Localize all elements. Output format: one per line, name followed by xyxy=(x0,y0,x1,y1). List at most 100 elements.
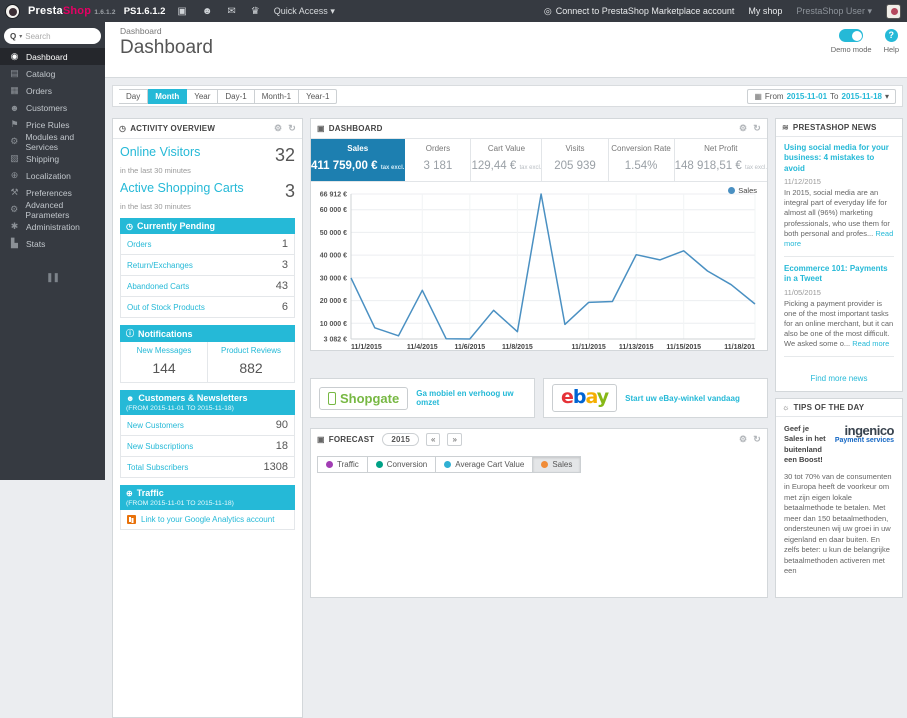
user-avatar[interactable] xyxy=(886,3,901,19)
kpi-label: Visits xyxy=(565,144,585,153)
sidebar-item[interactable]: ◉ Dashboard xyxy=(0,48,105,65)
find-more-news-link[interactable]: Find more news xyxy=(776,368,902,391)
read-more-link[interactable]: Read more xyxy=(852,339,889,348)
cart-icon[interactable]: ▣ xyxy=(177,6,186,17)
kpi-tab[interactable]: Conversion Rate 1.54% xyxy=(609,139,675,181)
sidebar-item[interactable]: ✱ Administration xyxy=(0,218,105,235)
row-label[interactable]: Return/Exchanges xyxy=(127,261,193,270)
kpi-tab[interactable]: Net Profit 148 918,51 € tax excl. xyxy=(675,139,767,181)
search-input[interactable] xyxy=(25,31,86,41)
row-label[interactable]: Out of Stock Products xyxy=(127,303,205,312)
kpi-label: Conversion Rate xyxy=(611,144,671,153)
kpi-tab[interactable]: Orders 3 181 xyxy=(405,139,472,181)
sidebar-item[interactable]: ⊕ Localization xyxy=(0,167,105,184)
sidebar-item[interactable]: ▤ Catalog xyxy=(0,65,105,82)
main-column: ▣ DASHBOARD ⚙ ↻ Sales 411 759,00 € tax e… xyxy=(310,118,768,598)
gear-icon[interactable]: ⚙ xyxy=(739,123,747,134)
sidebar-item[interactable]: ▦ Orders xyxy=(0,82,105,99)
user-menu[interactable]: PrestaShop User ▾ xyxy=(796,6,872,17)
pending-row[interactable]: Orders 1 xyxy=(120,234,295,255)
sidebar-item[interactable]: ☻ Customers xyxy=(0,99,105,116)
period-button[interactable]: Month xyxy=(148,88,188,104)
row-label[interactable]: Abandoned Carts xyxy=(127,282,189,291)
marketplace-link[interactable]: ◎ Connect to PrestaShop Marketplace accou… xyxy=(544,6,734,17)
notification-cell[interactable]: New Messages 144 xyxy=(121,342,207,382)
gear-icon[interactable]: ⚙ xyxy=(739,434,747,445)
pending-row[interactable]: Return/Exchanges 3 xyxy=(120,255,295,276)
period-button[interactable]: Year-1 xyxy=(299,88,338,104)
sidebar-menu: ◉ Dashboard ▤ Catalog ▦ Orders ☻ Custome… xyxy=(0,48,105,252)
kpi-tab[interactable]: Cart Value 129,44 € tax excl. xyxy=(471,139,543,181)
period-button[interactable]: Year xyxy=(187,88,219,104)
customers-rows: New Customers 90 New Subscriptions 18 To… xyxy=(120,415,295,478)
news-item-title[interactable]: Using social media for your business: 4 … xyxy=(784,143,894,174)
refresh-icon[interactable]: ↻ xyxy=(288,123,296,134)
pending-row[interactable]: Abandoned Carts 43 xyxy=(120,276,295,297)
sidebar-search[interactable]: Q ▾ xyxy=(4,28,101,44)
google-analytics-link[interactable]: Link to your Google Analytics account xyxy=(120,510,295,530)
sales-chart-wrap: 66 912 € 60 000 € 50 000 € 40 000 € 30 000 €… xyxy=(311,182,767,352)
gear-icon[interactable]: ⚙ xyxy=(274,123,282,134)
cell-label[interactable]: New Messages xyxy=(123,346,205,355)
chevron-down-icon: ▾ xyxy=(19,33,23,40)
cell-label[interactable]: Product Reviews xyxy=(210,346,292,355)
sidebar-collapse-button[interactable]: ❚❚ xyxy=(0,272,105,283)
sales-chart[interactable]: 66 912 € 60 000 € 50 000 € 40 000 € 30 000 €… xyxy=(313,184,763,352)
forecast-metric-button[interactable]: Average Cart Value xyxy=(436,456,534,473)
kpi-tab[interactable]: Sales 411 759,00 € tax excl. xyxy=(311,139,406,181)
shopgate-link[interactable]: Ga mobiel en verhoog uw omzet xyxy=(416,389,526,407)
sidebar-item-label: Customers xyxy=(26,102,68,113)
messages-icon[interactable]: ✉ xyxy=(227,6,235,17)
online-visitors-link[interactable]: Online Visitors xyxy=(120,145,200,159)
active-carts-link[interactable]: Active Shopping Carts xyxy=(120,181,244,195)
forecast-prev-button[interactable]: « xyxy=(425,433,441,446)
quick-access-menu[interactable]: Quick Access ▾ xyxy=(274,6,335,17)
kpi-tab[interactable]: Visits 205 939 xyxy=(542,139,609,181)
my-shop-link[interactable]: My shop xyxy=(748,6,782,16)
sidebar-item[interactable]: ⚑ Price Rules xyxy=(0,116,105,133)
row-label[interactable]: New Customers xyxy=(127,421,184,430)
forecast-metric-button[interactable]: Traffic xyxy=(317,456,368,473)
globe-icon: ⊕ xyxy=(126,488,133,498)
date-to: 2015-11-18 xyxy=(841,91,882,101)
cell-value: 144 xyxy=(152,360,176,376)
pending-row[interactable]: Out of Stock Products 6 xyxy=(120,297,295,318)
sidebar-item[interactable]: ⚒ Preferences xyxy=(0,184,105,201)
date-range-button[interactable]: ▦ From 2015-11-01 To 2015-11-18 ▾ xyxy=(747,88,896,104)
achievements-icon[interactable]: ♛ xyxy=(251,6,260,17)
customers-quick-icon[interactable]: ☻ xyxy=(202,6,213,17)
forecast-metric-button[interactable]: Conversion xyxy=(367,456,437,473)
period-button[interactable]: Day-1 xyxy=(218,88,255,104)
customers-row[interactable]: Total Subscribers 1308 xyxy=(120,457,295,478)
customers-section-header: ☻ Customers & Newsletters xyxy=(120,390,295,406)
demo-mode-toggle[interactable]: Demo mode xyxy=(831,29,872,54)
divider xyxy=(784,356,894,358)
ebay-link[interactable]: Start uw eBay-winkel vandaag xyxy=(625,394,740,403)
sidebar-item[interactable]: ▙ Stats xyxy=(0,235,105,252)
ebay-module[interactable]: ebay Start uw eBay-winkel vandaag xyxy=(543,378,768,418)
refresh-icon[interactable]: ↻ xyxy=(753,123,761,134)
metric-dot xyxy=(326,461,333,468)
row-label[interactable]: Orders xyxy=(127,240,151,249)
toggle-on-icon[interactable] xyxy=(839,29,864,42)
sidebar-item[interactable]: ⚙ Advanced Parameters xyxy=(0,200,105,220)
shopgate-module[interactable]: Shopgate Ga mobiel en verhoog uw omzet xyxy=(310,378,535,418)
sidebar-item[interactable]: ▧ Shipping xyxy=(0,150,105,167)
news-item-title[interactable]: Ecommerce 101: Payments in a Tweet xyxy=(784,264,894,285)
forecast-next-button[interactable]: » xyxy=(447,433,462,446)
help-button[interactable]: ? Help xyxy=(884,29,899,54)
sidebar-item[interactable]: ⚙ Modules and Services xyxy=(0,132,105,152)
row-label[interactable]: New Subscriptions xyxy=(127,442,193,451)
period-button[interactable]: Day xyxy=(119,88,149,104)
customers-row[interactable]: New Subscriptions 18 xyxy=(120,436,295,457)
breadcrumb[interactable]: Dashboard xyxy=(120,26,162,36)
period-button[interactable]: Month-1 xyxy=(254,88,300,104)
legend-label: Sales xyxy=(738,186,757,195)
row-label[interactable]: Total Subscribers xyxy=(127,463,188,472)
customers-row[interactable]: New Customers 90 xyxy=(120,415,295,436)
ebay-logo: ebay xyxy=(552,384,618,412)
notification-cell[interactable]: Product Reviews 882 xyxy=(207,342,294,382)
refresh-icon[interactable]: ↻ xyxy=(753,434,761,445)
forecast-metric-button[interactable]: Sales xyxy=(533,456,582,473)
phone-icon xyxy=(328,391,336,405)
